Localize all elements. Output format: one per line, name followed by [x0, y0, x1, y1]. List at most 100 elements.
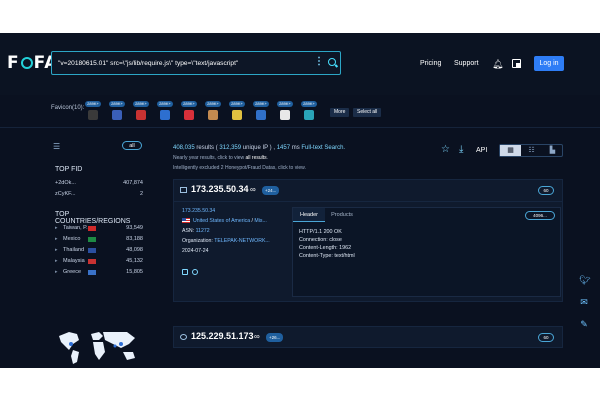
favicon-count-badge: 289K+ [277, 101, 293, 107]
avatar-icon [208, 110, 218, 120]
link-icon[interactable]: ∞ [250, 185, 256, 194]
all-filter-pill[interactable]: all [122, 141, 142, 150]
country-flag-icon [88, 270, 96, 275]
country-row[interactable]: ▸ Thailand 48,098 [55, 247, 143, 255]
favicon-filter-item[interactable]: 289K+ [181, 101, 197, 121]
honeypot-note[interactable]: Intelligently excluded 2 Honeypot/Fraud … [173, 165, 306, 171]
view-toggle: ▦ ☷ ▙ [499, 144, 563, 157]
twitter-icon[interactable]: 🐦︎ [579, 275, 590, 285]
port-count-pill[interactable]: 60 [538, 333, 554, 342]
favicon-filter-item[interactable]: 289K+ [253, 101, 269, 121]
region-link[interactable]: Mis... [254, 218, 266, 224]
year-results-note: Nearly year results, click to view all r… [173, 155, 269, 161]
m-logo-icon [112, 110, 122, 120]
chevron-right-icon: ▸ [55, 225, 58, 231]
top-fid-title: TOP FID [55, 166, 83, 173]
port-pill[interactable]: 4096... [525, 211, 555, 220]
download-icon[interactable]: ⤓ [459, 144, 463, 155]
org-link[interactable]: TELEPAK-NETWORK... [214, 238, 270, 244]
query-time: 1457 [276, 145, 291, 151]
language-icon[interactable] [512, 59, 521, 68]
cert-icon[interactable] [192, 269, 198, 275]
search-icon[interactable] [328, 58, 336, 66]
select-all-button[interactable]: Select all [353, 108, 382, 117]
country-flag-icon [88, 237, 96, 242]
favicon-filter-item[interactable]: 289K+ [301, 101, 317, 121]
fid-name: zCyKF... [55, 191, 76, 197]
favicon-filter-item[interactable]: 289K+ [85, 101, 101, 121]
near-year-text: Nearly year results, click to view [173, 155, 245, 161]
port-count-pill[interactable]: 60 [538, 186, 554, 195]
link-icon[interactable]: ∞ [254, 332, 260, 341]
more-hosts-pill[interactable]: +24... [262, 186, 280, 195]
card-header: 125.229.51.173 ∞ +26... 60 [174, 327, 562, 349]
api-button[interactable]: API [476, 147, 487, 154]
fid-count: 2 [139, 191, 143, 197]
country-row[interactable]: ▸ Mexico 83,188 [55, 236, 143, 244]
chevron-right-icon: ▸ [55, 247, 58, 253]
yellow-circle-icon [232, 110, 242, 120]
top-countries-title: TOP COUNTRIES/REGIONS [55, 211, 131, 225]
stats-view-icon[interactable]: ▙ [542, 145, 563, 156]
fulltext-search-link[interactable]: Full-text Search. [301, 145, 345, 151]
country-row[interactable]: ▸ Malaysia 45,132 [55, 258, 143, 266]
favicon-filter-item[interactable]: 289K+ [133, 101, 149, 121]
screenshot-icon[interactable] [182, 269, 188, 275]
fid-row[interactable]: zCyKF... 2 [55, 191, 143, 197]
tab-header[interactable]: Header [293, 208, 325, 222]
host-link[interactable]: 173.235.50.34 [182, 208, 215, 214]
country-flag-icon [88, 226, 96, 231]
circle-icon [88, 110, 98, 120]
host-icon [180, 334, 187, 340]
favicon-filter-item[interactable]: 289K+ [157, 101, 173, 121]
nav-pricing[interactable]: Pricing [420, 60, 441, 67]
list-view-icon[interactable]: ☷ [521, 145, 542, 156]
filter-icon[interactable]: ☰ [53, 142, 60, 151]
top-header: FFA ⋮ Pricing Support 🔔︎ Log in [0, 33, 600, 95]
mail-icon[interactable]: ✉ [579, 297, 589, 307]
all-results-link[interactable]: all results [246, 155, 267, 161]
favicon-count-badge: 289K+ [301, 101, 317, 107]
login-button[interactable]: Log in [534, 56, 564, 71]
country-row[interactable]: ▸ Greece 15,805 [55, 269, 143, 277]
blue-cube-icon [160, 110, 170, 120]
star-icon[interactable]: ☆ [441, 144, 450, 155]
country-row[interactable]: ▸ Taiwan, P... 93,549 [55, 225, 143, 233]
search-input[interactable] [58, 56, 316, 71]
unique-ip-label: unique IP [242, 145, 269, 151]
fid-row[interactable]: +2dOk... 407,874 [55, 180, 143, 186]
asn-label: ASN: [182, 228, 195, 234]
favicon-filter-item[interactable]: 289K+ [109, 101, 125, 121]
world-map[interactable] [55, 326, 143, 366]
country-link[interactable]: United States of America [193, 218, 250, 224]
more-favicons-button[interactable]: More [330, 108, 350, 117]
result-ip[interactable]: 125.229.51.173 [191, 331, 254, 341]
search-box[interactable]: ⋮ [51, 51, 341, 75]
result-card: 173.235.50.34 ∞ +24... 60 173.235.50.34 … [173, 179, 563, 302]
fid-name: +2dOk... [55, 180, 76, 186]
more-hosts-pill[interactable]: +26... [266, 333, 284, 342]
blue-square-icon [256, 110, 266, 120]
http-headers: HTTP/1.1 200 OK Connection: close Conten… [299, 229, 355, 259]
favicon-filter-item[interactable]: 289K+ [277, 101, 293, 121]
fid-count: 407,874 [123, 180, 143, 186]
favicon-filter-item[interactable]: 289K+ [229, 101, 245, 121]
white-card-icon [280, 110, 290, 120]
fofa-app: FFA ⋮ Pricing Support 🔔︎ Log in Favicon(… [0, 33, 600, 368]
chevron-right-icon: ▸ [55, 236, 58, 242]
results-label: results [196, 145, 215, 151]
asn-row: ASN: 11272 [182, 228, 210, 234]
result-ip[interactable]: 173.235.50.34 [191, 184, 249, 194]
bell-icon[interactable]: 🔔︎ [492, 59, 503, 70]
org-label: Organization: [182, 238, 213, 244]
country-name: Greece [63, 269, 82, 275]
country-flag-icon [88, 248, 96, 253]
nav-support[interactable]: Support [454, 60, 479, 67]
edit-icon[interactable]: ✎ [579, 319, 589, 329]
grid-view-icon[interactable]: ▦ [500, 145, 521, 156]
tab-products[interactable]: Products [327, 208, 357, 222]
favicon-filter-item[interactable]: 289K+ [205, 101, 221, 121]
asn-link[interactable]: 11272 [196, 228, 210, 234]
chevron-right-icon: ▸ [55, 269, 58, 275]
more-options-icon[interactable]: ⋮ [314, 56, 324, 67]
